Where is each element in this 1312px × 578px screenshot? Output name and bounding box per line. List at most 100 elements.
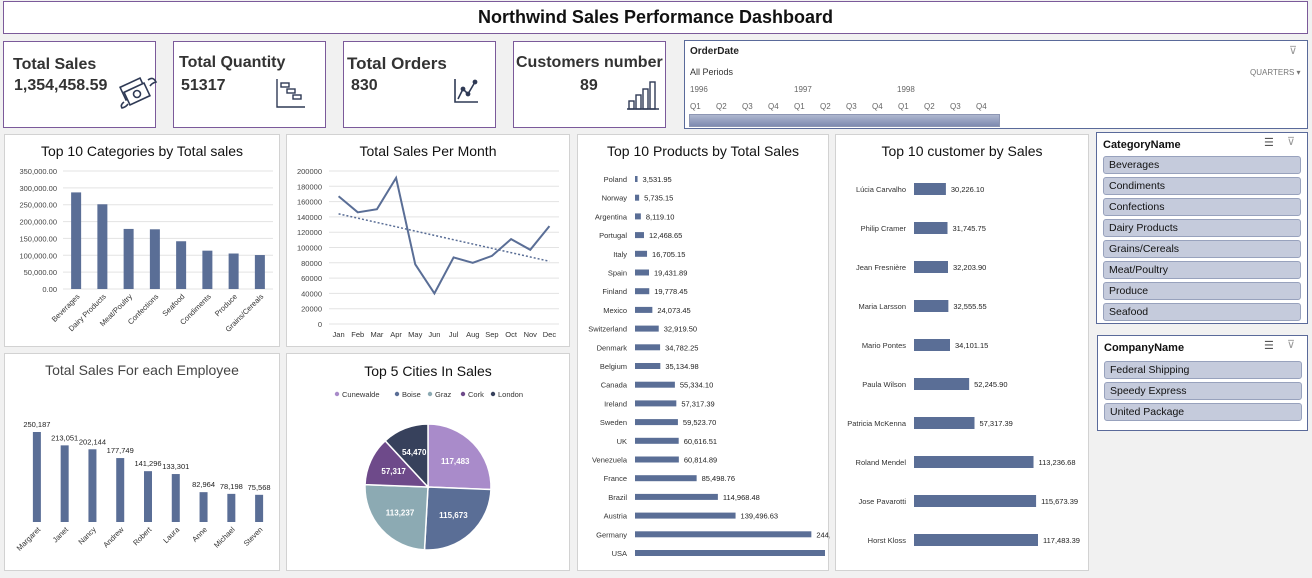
data-label: 177,749 [107,446,134,455]
legend-marker [394,391,400,397]
slicer-item[interactable]: Beverages [1103,156,1301,174]
timeline-quarter[interactable]: Q1 [898,102,909,111]
y-tick-label: 20000 [301,305,322,314]
category-label: Spain [608,269,627,278]
data-label: 60,814.89 [684,456,717,465]
slicer-item[interactable]: Condiments [1103,177,1301,195]
category-label: Ireland [604,399,627,408]
orderdate-timeline[interactable]: OrderDate ⊽ All Periods QUARTERS ▾ 1996 … [684,40,1308,129]
slicer-item[interactable]: Grains/Cereals [1103,240,1301,258]
category-label: Belgium [600,362,627,371]
multi-select-icon[interactable]: ☰ [1264,136,1274,149]
timeline-quarter[interactable]: Q2 [716,102,727,111]
x-tick-label: Nov [524,330,538,339]
timeline-quarter[interactable]: Q1 [794,102,805,111]
timeline-quarter[interactable]: Q3 [742,102,753,111]
y-tick-label: 100,000.00 [19,251,57,260]
y-tick-label: 100000 [297,244,322,253]
slice-label: 54,470 [402,448,427,457]
y-tick-label: 60000 [301,274,322,283]
dashboard-title: Northwind Sales Performance Dashboard [3,1,1308,34]
bar [635,306,653,313]
x-tick-label: Margaret [15,524,43,552]
slice-label: 117,483 [441,457,470,466]
bar [914,534,1038,546]
slicer-item[interactable]: Confections [1103,198,1301,216]
data-label: 75,568 [248,483,271,492]
kpi-total-quantity: Total Quantity 51317 [173,41,326,128]
bar [635,493,718,500]
kpi-label: Total Orders [347,54,447,73]
y-tick-label: 350,000.00 [19,167,57,176]
timeline-title: OrderDate [690,46,739,57]
slicer-item[interactable]: Produce [1103,282,1301,300]
data-label: 19,431.89 [654,269,687,278]
data-label: 139,496.63 [741,512,779,521]
legend-label: London [498,390,523,399]
timeline-quarter[interactable]: Q1 [690,102,701,111]
kpi-label: Total Quantity [179,54,286,71]
slicer-item[interactable]: United Package [1104,403,1302,421]
x-tick-label: May [408,330,422,339]
bar [635,456,679,463]
sales-line [337,175,551,296]
timeline-quarter[interactable]: Q2 [924,102,935,111]
bar [97,204,108,289]
gantt-icon [276,79,305,108]
cities-pie-chart: Cunewalde Boise Graz Cork London 117,483 115,6… [334,390,523,551]
y-tick-label: 40000 [301,289,322,298]
x-tick-label: Andrew [101,525,126,550]
bar [171,474,180,522]
slicer-item[interactable]: Seafood [1103,303,1301,321]
timeline-level-dropdown[interactable]: QUARTERS ▾ [1250,68,1301,77]
kpi-value: 51317 [181,77,226,94]
category-label: Germany [596,530,627,539]
category-label: Switzerland [588,325,627,334]
clear-filter-icon[interactable]: ⊽ [1287,338,1295,351]
company-slicer[interactable]: CompanyName ☰ ⊽ Federal Shipping Speedy E… [1097,335,1308,431]
x-tick-label: Robert [131,524,154,547]
category-label: Roland Mendel [856,458,907,467]
legend-marker [334,391,340,397]
bar [635,512,736,519]
kpi-label: Customers number [516,54,663,71]
y-tick-label: 140000 [297,213,322,222]
x-tick-label: Feb [351,330,364,339]
bar [635,419,678,426]
slicer-item[interactable]: Dairy Products [1103,219,1301,237]
y-tick-label: 200,000.00 [19,218,57,227]
data-label: 115,673.39 [1041,497,1078,506]
bar [635,325,659,332]
bar [199,492,208,522]
timeline-quarter[interactable]: Q4 [768,102,779,111]
clear-filter-icon[interactable]: ⊽ [1287,135,1295,148]
y-tick-label: 0 [318,320,322,329]
x-tick-label: Dec [543,330,557,339]
bar [60,445,69,522]
timeline-quarter[interactable]: Q2 [820,102,831,111]
x-tick-label: Produce [213,292,239,318]
timeline-selection-bar[interactable] [689,114,1000,127]
slicer-item[interactable]: Meat/Poultry [1103,261,1301,279]
data-label: 82,964 [192,480,215,489]
timeline-quarter[interactable]: Q4 [872,102,883,111]
category-label: Italy [613,250,627,259]
line-trend-icon [454,79,478,103]
multi-select-icon[interactable]: ☰ [1264,339,1274,352]
slicer-item[interactable]: Speedy Express [1104,382,1302,400]
kpi-customers-number: Customers number 89 [513,41,666,128]
category-slicer[interactable]: CategoryName ☰ ⊽ Beverages Condiments Conf… [1096,132,1308,324]
kpi-value: 89 [580,77,598,94]
y-tick-label: 80000 [301,259,322,268]
slicer-item[interactable]: Federal Shipping [1104,361,1302,379]
clear-filter-icon[interactable]: ⊽ [1289,44,1297,57]
timeline-quarter[interactable]: Q3 [846,102,857,111]
category-label: USA [612,549,627,558]
data-label: 78,198 [220,482,243,491]
bar [635,550,825,556]
bar [635,437,679,444]
timeline-quarter[interactable]: Q4 [976,102,987,111]
timeline-quarter[interactable]: Q3 [950,102,961,111]
data-label: 34,782.25 [665,343,698,352]
x-tick-label: Anne [190,525,209,544]
